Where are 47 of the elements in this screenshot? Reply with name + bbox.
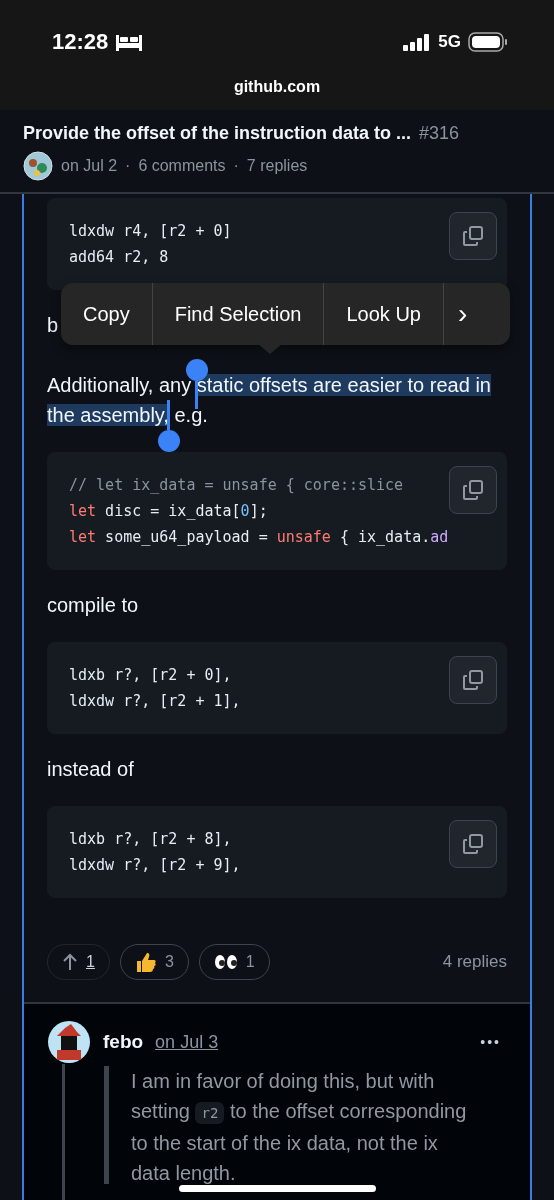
separator-dot: · bbox=[233, 157, 239, 175]
code-line: ldxb r?, [r2 + 8], bbox=[69, 829, 232, 850]
battery-icon bbox=[468, 32, 508, 52]
replies-link[interactable]: 4 replies bbox=[442, 952, 507, 972]
clock-time: 12:28 bbox=[52, 29, 109, 55]
code-line: ldxdw r4, [r2 + 0] bbox=[69, 221, 232, 242]
copy-icon bbox=[461, 832, 485, 856]
eyes-icon bbox=[213, 953, 238, 971]
code-line: ldxdw r?, [r2 + 1], bbox=[69, 691, 241, 712]
code-line: ldxb r?, [r2 + 0], bbox=[69, 665, 232, 686]
comment-count: 6 comments bbox=[138, 157, 226, 175]
paragraph: compile to bbox=[47, 593, 139, 618]
signal-icon bbox=[403, 33, 432, 51]
paragraph: instead of bbox=[47, 757, 134, 782]
avatar-icon bbox=[23, 151, 53, 181]
more-options-button[interactable]: ••• bbox=[474, 1033, 507, 1051]
code-line: ldxdw r?, [r2 + 9], bbox=[69, 855, 241, 876]
paragraph: b bbox=[47, 313, 59, 338]
menu-item[interactable]: Find Selection bbox=[152, 283, 325, 345]
discussion-number: #316 bbox=[419, 123, 460, 143]
url-text[interactable]: github.com bbox=[233, 78, 321, 96]
separator-dot: · bbox=[125, 157, 131, 175]
copy-icon bbox=[461, 224, 485, 248]
menu-item[interactable]: Look Up bbox=[324, 283, 444, 345]
copy-button[interactable] bbox=[449, 466, 497, 514]
copy-icon bbox=[461, 668, 485, 692]
reply-date[interactable]: on Jul 3 bbox=[155, 1031, 219, 1053]
code-line: // let ix_data = unsafe { core::slice bbox=[69, 475, 404, 496]
avatar-icon bbox=[47, 1020, 91, 1064]
code-line: let some_u64_payload = unsafe { ix_data.ad bbox=[69, 527, 449, 548]
copy-icon bbox=[461, 478, 485, 502]
copy-button[interactable] bbox=[449, 212, 497, 260]
bed-icon bbox=[116, 33, 143, 51]
discussion-title: Provide the offset of the instruction data to ... bbox=[23, 123, 412, 143]
copy-button[interactable] bbox=[449, 820, 497, 868]
network-type: 5G bbox=[438, 32, 461, 52]
code-line: let disc = ix_data[0]; bbox=[69, 501, 268, 522]
post-date: on Jul 2 bbox=[61, 157, 118, 175]
more-button[interactable]: › bbox=[443, 283, 482, 345]
author-name[interactable]: febo bbox=[103, 1031, 144, 1053]
menu-item[interactable]: Copy bbox=[61, 283, 153, 345]
thumbs-up-icon bbox=[134, 951, 157, 973]
code-line: add64 r2, 8 bbox=[69, 247, 169, 268]
arrow-up-icon bbox=[62, 953, 78, 971]
copy-button[interactable] bbox=[449, 656, 497, 704]
reply-text: I am in favor of doing this, but with setting r2 to the offset corresponding to the start of the ix data, not the ix data length. bbox=[131, 1069, 468, 1186]
reply-count: 7 replies bbox=[246, 157, 308, 175]
